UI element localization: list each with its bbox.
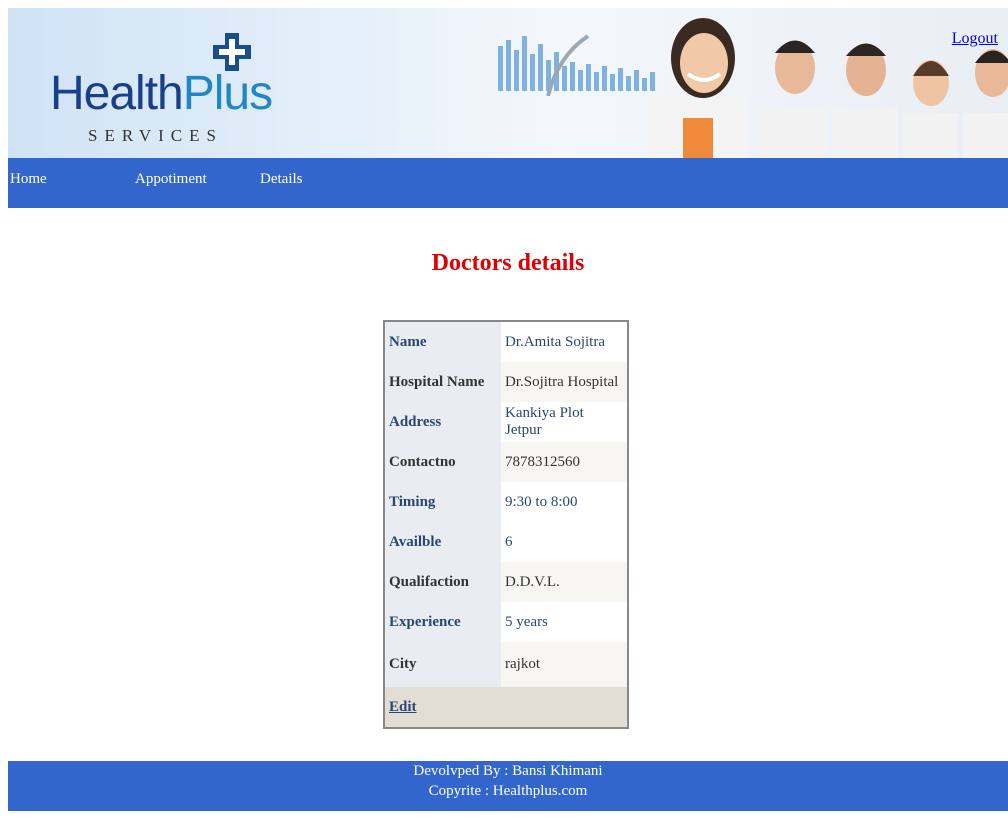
- nav-appointment-link[interactable]: Appotiment: [135, 171, 207, 188]
- logo: HealthPlus: [50, 67, 273, 120]
- bar-chart-graphic: [498, 34, 655, 96]
- field-label: City: [384, 642, 501, 687]
- nav-home-link[interactable]: Home: [10, 171, 47, 188]
- edit-link[interactable]: Edit: [389, 699, 417, 715]
- logout-link[interactable]: Logout: [952, 30, 998, 48]
- table-row: Name Dr.Amita Sojitra: [384, 321, 628, 362]
- field-label: Address: [384, 402, 501, 442]
- logo-plus: Plus: [182, 67, 273, 120]
- table-row: Availble 6: [384, 522, 628, 562]
- table-row: City rajkot: [384, 642, 628, 687]
- table-row: Contactno 7878312560: [384, 442, 628, 482]
- table-footer-row: Edit: [384, 687, 628, 728]
- footer-copyright: Copyrite : Healthplus.com: [428, 783, 588, 799]
- edit-cell: Edit: [384, 687, 628, 728]
- table-row: Address Kankiya Plot Jetpur: [384, 402, 628, 442]
- field-value: Dr.Sojitra Hospital: [501, 362, 628, 402]
- field-value: 9:30 to 8:00: [501, 482, 628, 522]
- table-row: Hospital Name Dr.Sojitra Hospital: [384, 362, 628, 402]
- page-title: Doctors details: [431, 250, 585, 276]
- field-label: Name: [384, 321, 501, 362]
- field-value: 6: [501, 522, 628, 562]
- field-value: 5 years: [501, 602, 628, 642]
- field-value: Kankiya Plot Jetpur: [501, 402, 628, 442]
- table-row: Qualifaction D.D.V.L.: [384, 562, 628, 602]
- logo-subtitle: SERVICES: [88, 126, 223, 145]
- field-label: Availble: [384, 522, 501, 562]
- field-value: 7878312560: [501, 442, 628, 482]
- footer-developer: Devolvped By : Bansi Khimani: [413, 763, 603, 779]
- field-label: Experience: [384, 602, 501, 642]
- field-value: D.D.V.L.: [501, 562, 628, 602]
- page-wrapper: HealthPlus SERVICES Logout Home Appotime…: [8, 8, 1008, 811]
- table-row: Experience 5 years: [384, 602, 628, 642]
- field-value: rajkot: [501, 642, 628, 687]
- logo-health: Health: [50, 67, 184, 120]
- field-label: Contactno: [384, 442, 501, 482]
- doctor-details-table: Name Dr.Amita Sojitra Hospital Name Dr.S…: [383, 320, 629, 729]
- table-row: Timing 9:30 to 8:00: [384, 482, 628, 522]
- header-banner: HealthPlus SERVICES Logout: [8, 8, 1008, 158]
- field-label: Hospital Name: [384, 362, 501, 402]
- field-value: Dr.Amita Sojitra: [501, 321, 628, 362]
- nav-details-link[interactable]: Details: [260, 171, 303, 188]
- main-nav: Home Appotiment Details: [8, 158, 1008, 208]
- footer: Devolvped By : Bansi Khimani Copyrite : …: [8, 761, 1008, 811]
- field-label: Timing: [384, 482, 501, 522]
- field-label: Qualifaction: [384, 562, 501, 602]
